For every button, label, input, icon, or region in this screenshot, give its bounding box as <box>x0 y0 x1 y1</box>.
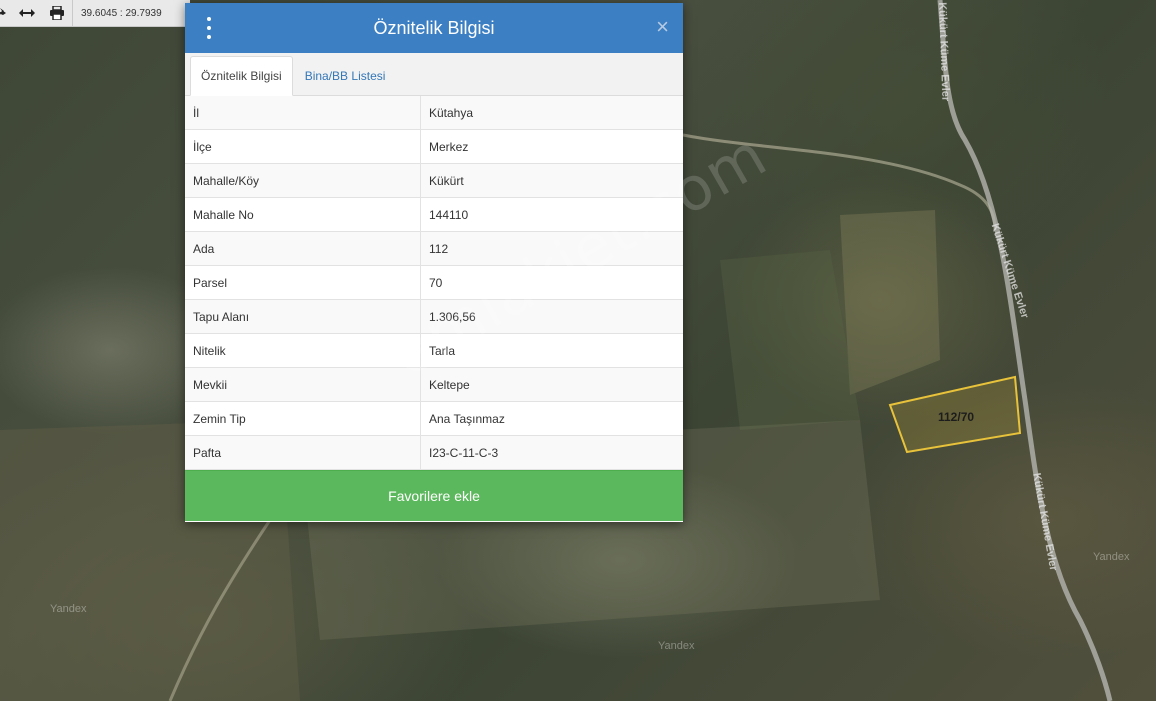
row-key: Mahalle No <box>185 197 421 232</box>
row-key: Nitelik <box>185 333 421 368</box>
row-value: Ana Taşınmaz <box>420 401 683 436</box>
row-key: Parsel <box>185 265 421 300</box>
row-key: Pafta <box>185 435 421 470</box>
pan-arrows-icon[interactable] <box>12 0 42 26</box>
yandex-attribution-3: Yandex <box>1093 551 1130 563</box>
dialog-title: Öznitelik Bilgisi <box>373 17 495 38</box>
row-value: Keltepe <box>420 367 683 402</box>
table-row: İlçe Merkez <box>185 129 683 164</box>
coordinates-readout: 39.6045 : 29.7939 <box>72 0 162 26</box>
row-key: Mevkii <box>185 367 421 402</box>
row-value: Merkez <box>420 129 683 164</box>
tab-attribute-info[interactable]: Öznitelik Bilgisi <box>190 56 293 96</box>
table-row: Parsel 70 <box>185 265 683 300</box>
close-icon[interactable]: × <box>656 15 669 39</box>
row-key: Ada <box>185 231 421 266</box>
table-row: Pafta I23-C-11-C-3 <box>185 435 683 470</box>
row-value: Kükürt <box>420 163 683 198</box>
table-row: İl Kütahya <box>185 96 683 130</box>
table-row: Mahalle/Köy Kükürt <box>185 163 683 198</box>
table-row: Nitelik Tarla <box>185 333 683 368</box>
yandex-attribution-1: Yandex <box>50 603 87 615</box>
row-key: Tapu Alanı <box>185 299 421 334</box>
yandex-attribution-2: Yandex <box>658 640 695 652</box>
parcel-label: 112/70 <box>938 410 975 424</box>
table-row: Zemin Tip Ana Taşınmaz <box>185 401 683 436</box>
table-row: Tapu Alanı 1.306,56 <box>185 299 683 334</box>
row-value: Kütahya <box>420 96 683 130</box>
print-icon[interactable] <box>42 0 72 26</box>
attribute-table: İl Kütahya İlçe Merkez Mahalle/Köy Kükürt M… <box>185 96 683 470</box>
more-menu-icon[interactable] <box>199 17 219 39</box>
row-key: Zemin Tip <box>185 401 421 436</box>
row-value: 1.306,56 <box>420 299 683 334</box>
star-icon[interactable] <box>0 0 12 26</box>
add-to-favorites-button[interactable]: Favorilere ekle <box>185 470 683 521</box>
row-value: 112 <box>420 231 683 266</box>
table-row: Mevkii Keltepe <box>185 367 683 402</box>
dialog-tabs: Öznitelik Bilgisi Bina/BB Listesi <box>185 53 683 96</box>
tab-building-list[interactable]: Bina/BB Listesi <box>295 57 396 95</box>
row-value: 70 <box>420 265 683 300</box>
table-row: Mahalle No 144110 <box>185 197 683 232</box>
row-key: İl <box>185 96 421 130</box>
table-row: Ada 112 <box>185 231 683 266</box>
attribute-info-dialog: Öznitelik Bilgisi × Öznitelik Bilgisi Bi… <box>185 3 683 522</box>
row-key: İlçe <box>185 129 421 164</box>
row-value: 144110 <box>420 197 683 232</box>
dialog-header: Öznitelik Bilgisi × <box>185 3 683 53</box>
map-toolbar: 39.6045 : 29.7939 <box>0 0 190 27</box>
row-value: Tarla <box>420 333 683 368</box>
row-key: Mahalle/Köy <box>185 163 421 198</box>
row-value: I23-C-11-C-3 <box>420 435 683 470</box>
